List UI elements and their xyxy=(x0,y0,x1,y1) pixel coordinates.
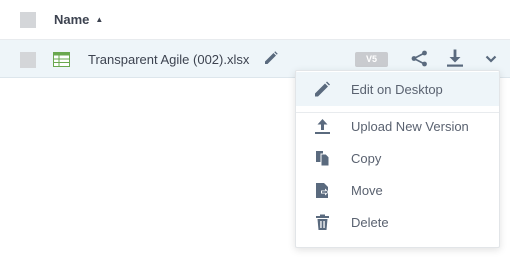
select-all-checkbox[interactable] xyxy=(20,12,36,28)
menu-item-label: Copy xyxy=(351,151,382,166)
file-name[interactable]: Transparent Agile (002).xlsx xyxy=(88,52,249,67)
menu-item-label: Delete xyxy=(351,215,389,230)
menu-item-delete[interactable]: Delete xyxy=(296,205,499,239)
pencil-icon xyxy=(315,81,330,97)
table-header: Name ▲ xyxy=(0,0,510,40)
move-icon xyxy=(316,183,329,198)
share-icon[interactable] xyxy=(411,50,428,67)
row-checkbox[interactable] xyxy=(20,52,36,68)
sort-ascending-icon: ▲ xyxy=(95,15,104,24)
menu-item-edit-on-desktop[interactable]: Edit on Desktop xyxy=(296,72,499,106)
menu-item-copy[interactable]: Copy xyxy=(296,141,499,175)
download-icon[interactable] xyxy=(446,49,464,67)
file-browser: Name ▲ Transparent Agile (002).xlsx V5 E… xyxy=(0,0,510,259)
menu-item-move[interactable]: Move xyxy=(296,173,499,207)
file-actions-menu: Edit on Desktop Upload New Version Copy xyxy=(295,70,500,248)
menu-item-label: Upload New Version xyxy=(351,119,469,134)
menu-item-upload-new-version[interactable]: Upload New Version xyxy=(296,109,499,143)
spreadsheet-icon xyxy=(53,52,70,67)
menu-item-label: Move xyxy=(351,183,383,198)
copy-icon xyxy=(316,151,330,167)
name-column-label: Name xyxy=(54,12,90,27)
upload-icon xyxy=(315,119,330,134)
version-badge: V5 xyxy=(355,52,388,67)
chevron-down-icon[interactable] xyxy=(485,54,497,64)
name-column-header[interactable]: Name ▲ xyxy=(54,12,103,27)
rename-pencil-icon[interactable] xyxy=(264,51,278,65)
menu-item-label: Edit on Desktop xyxy=(351,82,443,97)
trash-icon xyxy=(316,214,329,230)
